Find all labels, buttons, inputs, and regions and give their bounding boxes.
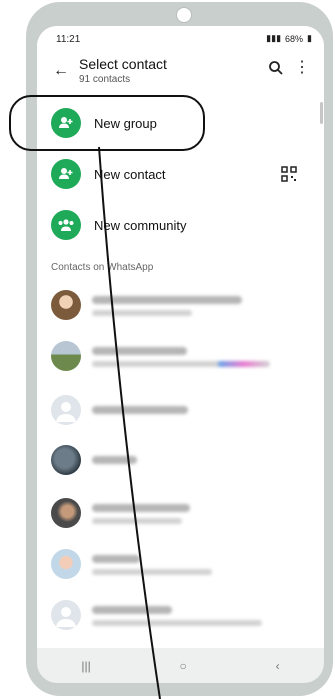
annotation-pointer-line bbox=[98, 146, 161, 699]
